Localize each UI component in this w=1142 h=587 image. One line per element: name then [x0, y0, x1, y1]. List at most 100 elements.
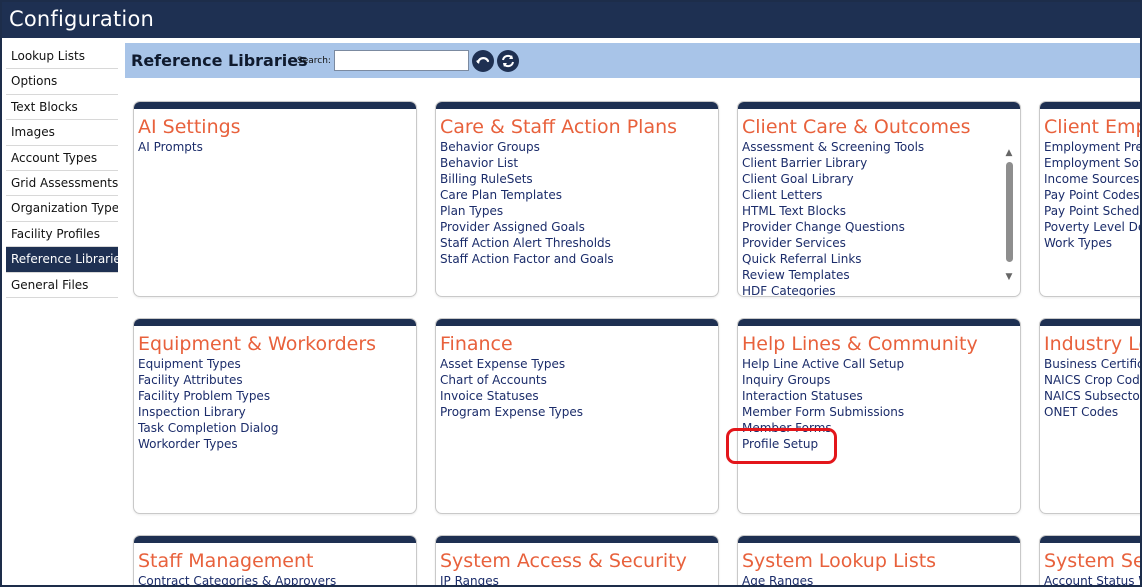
card-list: Account Status Wizard — [1044, 573, 1140, 585]
sidebar-item-images[interactable]: Images — [6, 120, 118, 146]
card-title: System Lookup Lists — [742, 550, 937, 572]
list-item[interactable]: Work Types — [1044, 235, 1140, 251]
card-list: Contract Categories & Approvers — [138, 573, 416, 585]
list-item[interactable]: Member Form Submissions — [742, 404, 1020, 420]
list-item[interactable]: Account Status Wizard — [1044, 573, 1140, 585]
card-topbar — [738, 536, 1020, 543]
card-title: AI Settings — [138, 116, 241, 138]
back-icon[interactable] — [472, 50, 494, 72]
card-title: System Access & Security — [440, 550, 687, 572]
sidebar-item-general-files[interactable]: General Files — [6, 273, 118, 298]
card-title: Help Lines & Community — [742, 333, 978, 355]
list-item[interactable]: Provider Assigned Goals — [440, 219, 718, 235]
list-item[interactable]: Facility Problem Types — [138, 388, 416, 404]
list-item[interactable]: Equipment Types — [138, 356, 416, 372]
list-item[interactable]: Provider Services — [742, 235, 1020, 251]
list-item[interactable]: AI Prompts — [138, 139, 416, 155]
list-item[interactable]: Review Templates — [742, 267, 1020, 283]
list-item[interactable]: Inspection Library — [138, 404, 416, 420]
list-item[interactable]: Quick Referral Links — [742, 251, 1020, 267]
list-item[interactable]: Help Line Active Call Setup — [742, 356, 1020, 372]
card-topbar — [1040, 102, 1140, 109]
search-input[interactable] — [334, 50, 469, 71]
sidebar-item-grid-assessments[interactable]: Grid Assessments — [6, 171, 118, 197]
list-item[interactable]: Billing RuleSets — [440, 171, 718, 187]
list-item[interactable]: HDF Categories — [742, 283, 1020, 296]
card-topbar — [738, 319, 1020, 326]
card-system-access-security: System Access & Security IP Ranges — [435, 535, 719, 585]
list-item[interactable]: Care Plan Templates — [440, 187, 718, 203]
card-topbar — [134, 536, 416, 543]
list-item[interactable]: Employment Prework — [1044, 139, 1140, 155]
sidebar-item-options[interactable]: Options — [6, 69, 118, 95]
card-system-settings: System Settings Account Status Wizard — [1039, 535, 1140, 585]
configuration-window: Configuration Lookup Lists Options Text … — [0, 0, 1142, 587]
library-cards: AI Settings AI Prompts Care & Staff Acti… — [125, 80, 1140, 585]
list-item[interactable]: Interaction Statuses — [742, 388, 1020, 404]
list-item[interactable]: Chart of Accounts — [440, 372, 718, 388]
card-list: IP Ranges — [440, 573, 718, 585]
list-item[interactable]: IP Ranges — [440, 573, 718, 585]
list-item[interactable]: Employment Soft Skills — [1044, 155, 1140, 171]
list-item[interactable]: Business Certifications — [1044, 356, 1140, 372]
list-item[interactable]: Workorder Types — [138, 436, 416, 452]
list-item[interactable]: Behavior List — [440, 155, 718, 171]
sidebar-item-text-blocks[interactable]: Text Blocks — [6, 95, 118, 121]
list-item[interactable]: Program Expense Types — [440, 404, 718, 420]
card-staff-management: Staff Management Contract Categories & A… — [133, 535, 417, 585]
scroll-down-arrow-icon[interactable]: ▼ — [1004, 272, 1014, 282]
scroll-up-arrow-icon[interactable]: ▲ — [1004, 148, 1014, 158]
list-item[interactable]: Staff Action Alert Thresholds — [440, 235, 718, 251]
list-item[interactable]: Poverty Level Definitions — [1044, 219, 1140, 235]
list-item[interactable]: Staff Action Factor and Goals — [440, 251, 718, 267]
list-item[interactable]: Client Goal Library — [742, 171, 1020, 187]
card-list: Assessment & Screening Tools Client Barr… — [742, 139, 1020, 296]
list-item[interactable]: ONET Codes — [1044, 404, 1140, 420]
content-header: Reference Libraries Search: — [125, 43, 1140, 78]
card-topbar — [134, 319, 416, 326]
card-topbar — [1040, 319, 1140, 326]
list-item[interactable]: Income Sources — [1044, 171, 1140, 187]
list-item[interactable]: NAICS Subsectors — [1044, 388, 1140, 404]
card-topbar — [1040, 536, 1140, 543]
list-item[interactable]: Facility Attributes — [138, 372, 416, 388]
list-item[interactable]: Pay Point Codes — [1044, 187, 1140, 203]
list-item[interactable]: Inquiry Groups — [742, 372, 1020, 388]
refresh-icon[interactable] — [497, 50, 519, 72]
card-client-care-outcomes: Client Care & Outcomes Assessment & Scre… — [737, 101, 1021, 297]
card-ai-settings: AI Settings AI Prompts — [133, 101, 417, 297]
card-list: Equipment Types Facility Attributes Faci… — [138, 356, 416, 452]
card-list: Business Certifications NAICS Crop Codes… — [1044, 356, 1140, 420]
list-item[interactable]: NAICS Crop Codes — [1044, 372, 1140, 388]
sidebar-item-facility-profiles[interactable]: Facility Profiles — [6, 222, 118, 248]
list-item[interactable]: Asset Expense Types — [440, 356, 718, 372]
sidebar-item-reference-libraries[interactable]: Reference Libraries — [6, 247, 118, 273]
card-topbar — [436, 319, 718, 326]
card-title: Staff Management — [138, 550, 314, 572]
card-topbar — [436, 102, 718, 109]
list-item[interactable]: Client Letters — [742, 187, 1020, 203]
list-item[interactable]: Assessment & Screening Tools — [742, 139, 1020, 155]
sidebar-item-lookup-lists[interactable]: Lookup Lists — [6, 44, 118, 70]
list-item[interactable]: Contract Categories & Approvers — [138, 573, 416, 585]
sidebar-item-account-types[interactable]: Account Types — [6, 146, 118, 171]
list-item[interactable]: Behavior Groups — [440, 139, 718, 155]
card-scrollbar[interactable]: ▲ ▼ — [1004, 148, 1014, 288]
list-item[interactable]: Client Barrier Library — [742, 155, 1020, 171]
card-title: System Settings — [1044, 550, 1140, 572]
list-item[interactable]: HTML Text Blocks — [742, 203, 1020, 219]
card-title: Client Employment — [1044, 116, 1140, 138]
card-list: Age Ranges — [742, 573, 1020, 585]
list-item[interactable]: Age Ranges — [742, 573, 1020, 585]
card-list: Asset Expense Types Chart of Accounts In… — [440, 356, 718, 420]
sidebar-item-organization-types[interactable]: Organization Types — [6, 196, 118, 222]
card-client-employment: Client Employment Employment Prework Emp… — [1039, 101, 1140, 297]
card-finance: Finance Asset Expense Types Chart of Acc… — [435, 318, 719, 514]
list-item[interactable]: Pay Point Schedules — [1044, 203, 1140, 219]
list-item[interactable]: Plan Types — [440, 203, 718, 219]
scroll-thumb[interactable] — [1006, 162, 1013, 262]
list-item[interactable]: Provider Change Questions — [742, 219, 1020, 235]
list-item[interactable]: Task Completion Dialog — [138, 420, 416, 436]
list-item[interactable]: Invoice Statuses — [440, 388, 718, 404]
card-title: Care & Staff Action Plans — [440, 116, 678, 138]
